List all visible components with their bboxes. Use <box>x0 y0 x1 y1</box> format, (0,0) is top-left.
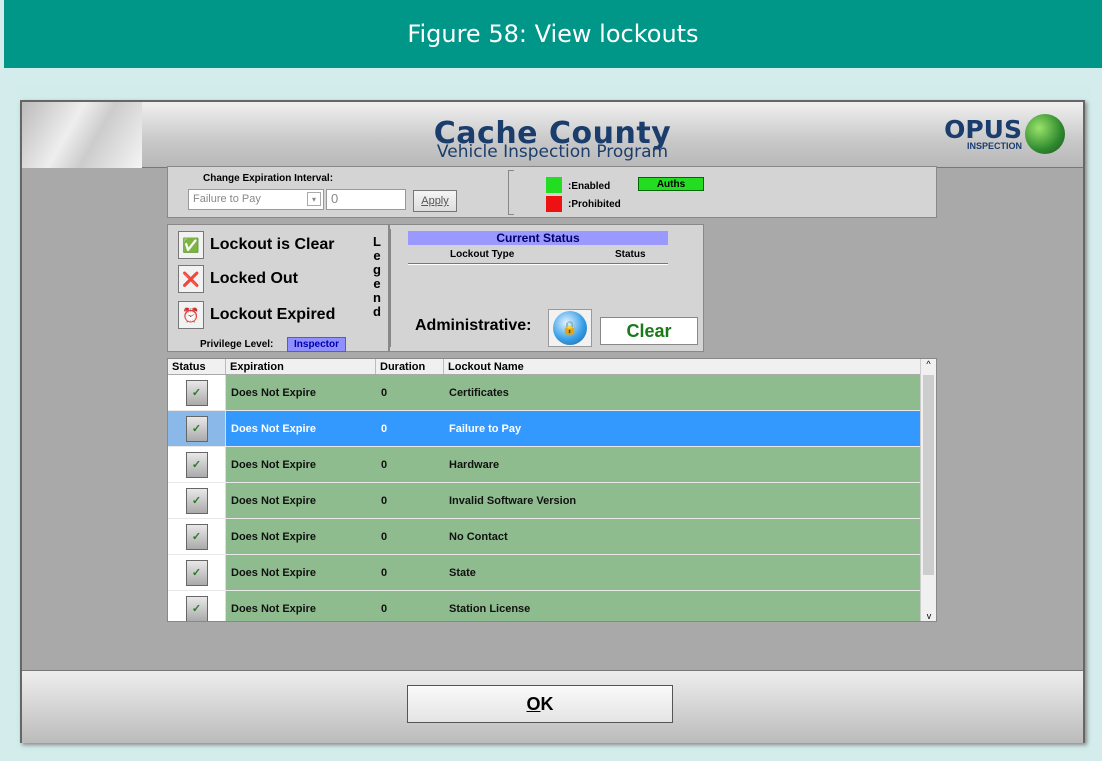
row-expiration: Does Not Expire <box>226 483 376 518</box>
administrative-status-value: Clear <box>600 317 698 345</box>
row-lockout-name: Station License <box>444 591 922 621</box>
row-duration: 0 <box>376 555 444 590</box>
row-duration: 0 <box>376 483 444 518</box>
row-lockout-name: State <box>444 555 922 590</box>
header-expiration[interactable]: Expiration <box>226 359 376 374</box>
table-row[interactable]: ✓ Does Not Expire 0 State <box>168 555 936 591</box>
row-lockout-name: Invalid Software Version <box>444 483 922 518</box>
legend-locked-label: Locked Out <box>210 270 299 287</box>
row-lockout-name: Failure to Pay <box>444 411 922 446</box>
divider <box>508 170 514 215</box>
row-expiration: Does Not Expire <box>226 519 376 554</box>
chevron-down-icon[interactable]: ▾ <box>307 192 321 206</box>
row-expiration: Does Not Expire <box>226 447 376 482</box>
privilege-badge: Inspector <box>287 337 347 352</box>
administrative-lock-button[interactable]: 🔒 <box>548 309 592 347</box>
row-duration: 0 <box>376 591 444 621</box>
table-row[interactable]: ✓ Does Not Expire 0 No Contact <box>168 519 936 555</box>
expiration-interval-input[interactable]: 0 <box>326 189 406 210</box>
auths-badge: Auths <box>638 177 704 191</box>
lock-locked-icon: ❌ <box>178 265 204 293</box>
banner: Cache County Vehicle Inspection Program … <box>22 102 1083 168</box>
privilege-label: Privilege Level: <box>200 339 274 350</box>
lock-clear-icon: ✓ <box>168 411 226 446</box>
header-status[interactable]: Status <box>168 359 226 374</box>
current-status-panel: Current Status Lockout Type Status Admin… <box>389 224 704 352</box>
legend-panel: ✅ Lockout is Clear ❌ Locked Out ⏰ Lockou… <box>167 224 389 352</box>
legend-clear-label: Lockout is Clear <box>210 236 335 253</box>
expiration-panel: Change Expiration Interval: Failure to P… <box>167 166 937 218</box>
lock-clear-icon: ✓ <box>168 591 226 621</box>
expiration-type-value: Failure to Pay <box>193 193 261 205</box>
logo-main-text: OPUS <box>944 115 1022 144</box>
row-lockout-name: Hardware <box>444 447 922 482</box>
enabled-swatch <box>546 177 562 193</box>
table-header: Status Expiration Duration Lockout Name <box>168 359 936 375</box>
row-expiration: Does Not Expire <box>226 555 376 590</box>
table-row[interactable]: ✓ Does Not Expire 0 Invalid Software Versio… <box>168 483 936 519</box>
expiration-type-select[interactable]: Failure to Pay ▾ <box>188 189 324 210</box>
row-expiration: Does Not Expire <box>226 411 376 446</box>
row-duration: 0 <box>376 375 444 410</box>
banner-subtitle: Vehicle Inspection Program <box>436 142 669 162</box>
row-duration: 0 <box>376 519 444 554</box>
lock-icon: 🔒 <box>553 311 587 345</box>
row-lockout-name: No Contact <box>444 519 922 554</box>
opus-logo: OPUS INSPECTION <box>944 114 1065 154</box>
row-duration: 0 <box>376 447 444 482</box>
clock-expired-icon: ⏰ <box>178 301 204 329</box>
lock-clear-icon: ✓ <box>168 375 226 410</box>
lock-clear-icon: ✅ <box>178 231 204 259</box>
enabled-label: :Enabled <box>568 181 611 192</box>
administrative-label: Administrative: <box>415 317 532 334</box>
scroll-down-icon[interactable]: v <box>921 611 936 621</box>
col-status: Status <box>615 249 646 260</box>
lock-clear-icon: ✓ <box>168 447 226 482</box>
legend-vertical-title: Legend <box>373 234 381 319</box>
lock-clear-icon: ✓ <box>168 555 226 590</box>
table-row[interactable]: ✓ Does Not Expire 0 Station License <box>168 591 936 621</box>
header-duration[interactable]: Duration <box>376 359 444 374</box>
col-lockout-type: Lockout Type <box>450 249 515 260</box>
row-expiration: Does Not Expire <box>226 375 376 410</box>
figure-caption: Figure 58: View lockouts <box>4 0 1102 68</box>
ok-button[interactable]: OK <box>407 685 673 723</box>
scroll-up-icon[interactable]: ^ <box>921 359 936 373</box>
footer: OK <box>22 670 1083 743</box>
table-row[interactable]: ✓ Does Not Expire 0 Failure to Pay <box>168 411 936 447</box>
expiration-label: Change Expiration Interval: <box>203 173 334 184</box>
row-duration: 0 <box>376 411 444 446</box>
header-lockout-name[interactable]: Lockout Name <box>444 359 922 374</box>
globe-icon <box>1025 114 1065 154</box>
lock-clear-icon: ✓ <box>168 483 226 518</box>
scroll-thumb[interactable] <box>923 375 934 575</box>
table-row[interactable]: ✓ Does Not Expire 0 Certificates <box>168 375 936 411</box>
prohibited-label: :Prohibited <box>568 199 621 210</box>
prohibited-swatch <box>546 196 562 212</box>
legend-expired-label: Lockout Expired <box>210 306 336 323</box>
row-lockout-name: Certificates <box>444 375 922 410</box>
table-scrollbar[interactable]: ^ v <box>920 359 936 621</box>
apply-button[interactable]: Apply <box>413 190 457 212</box>
row-expiration: Does Not Expire <box>226 591 376 621</box>
lock-clear-icon: ✓ <box>168 519 226 554</box>
table-row[interactable]: ✓ Does Not Expire 0 Hardware <box>168 447 936 483</box>
lockouts-table: Status Expiration Duration Lockout Name … <box>167 358 937 622</box>
current-status-title: Current Status <box>408 231 668 245</box>
lockouts-window: Cache County Vehicle Inspection Program … <box>20 100 1085 743</box>
